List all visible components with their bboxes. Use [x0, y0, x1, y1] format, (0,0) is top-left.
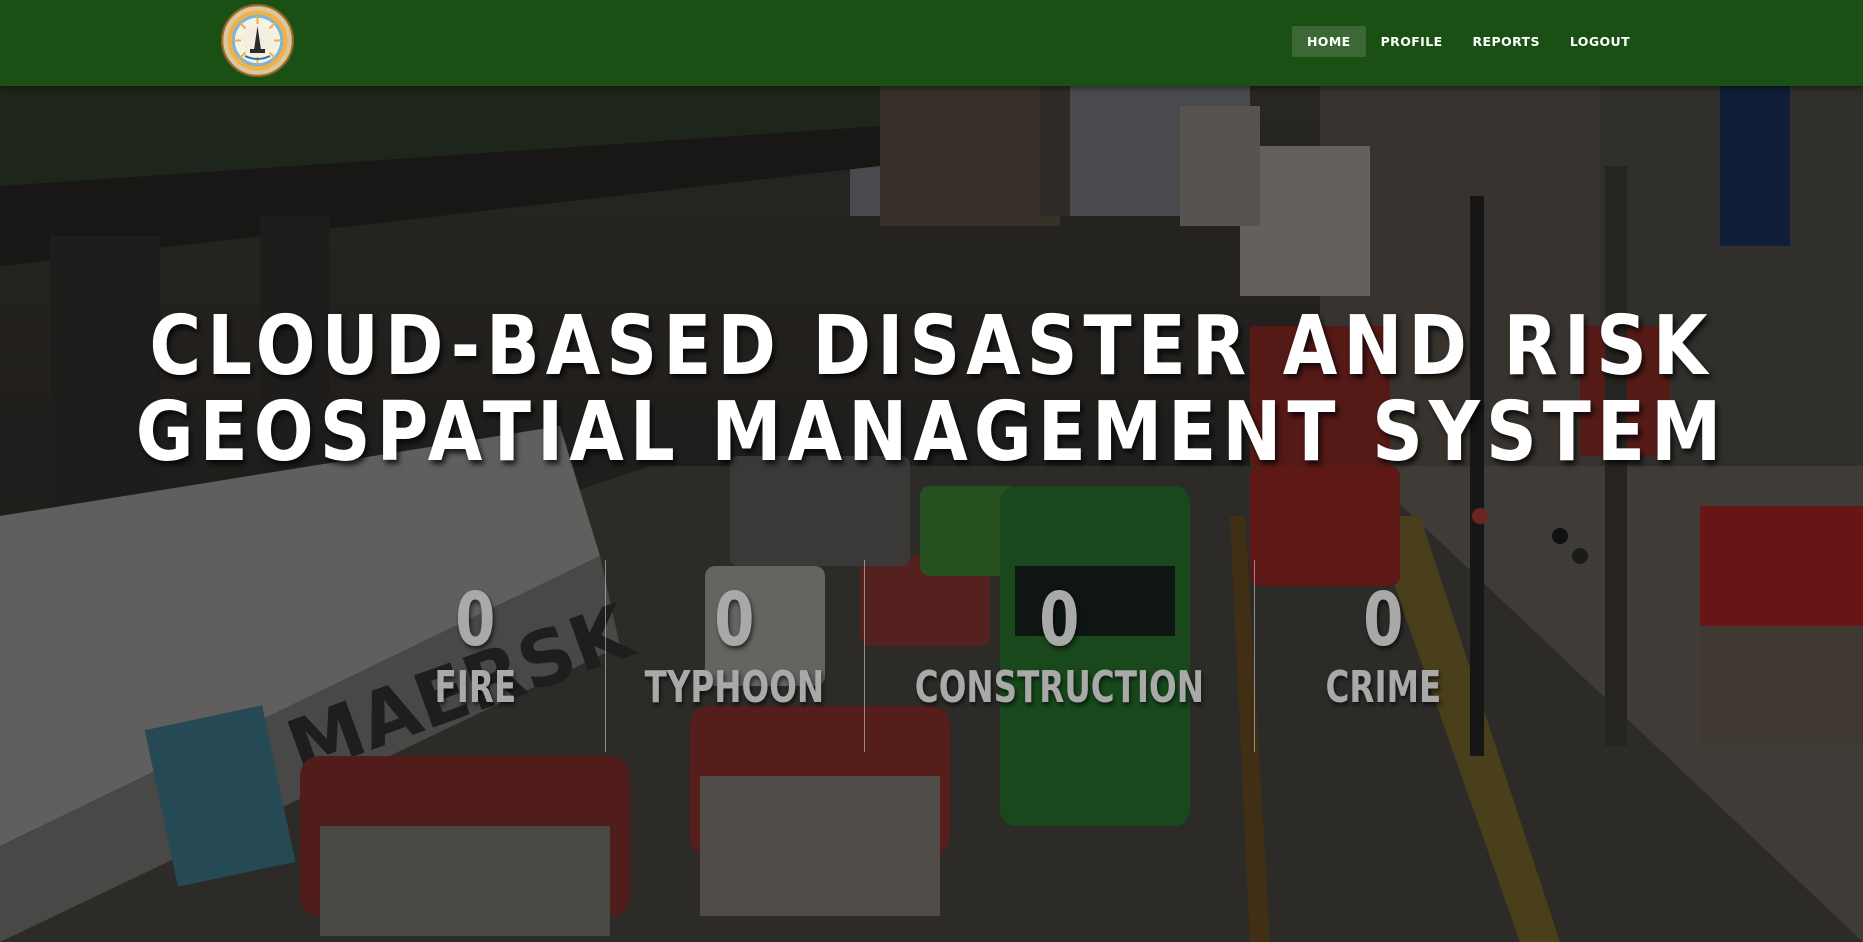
counter-label: CRIME — [1325, 662, 1442, 713]
counter-construction: 0 CONSTRUCTION — [863, 560, 1255, 752]
page: HOME PROFILE REPORTS LOGOUT MAERSK CLOUD… — [0, 0, 1863, 942]
counter-value: 0 — [1363, 577, 1404, 663]
counter-crime: 0 CRIME — [1254, 560, 1513, 752]
page-title: CLOUD-BASED DISASTER AND RISK GEOSPATIAL… — [130, 304, 1732, 476]
title-line-2: GEOSPATIAL MANAGEMENT SYSTEM — [135, 385, 1728, 480]
counter-value: 0 — [714, 577, 755, 663]
title-line-1: CLOUD-BASED DISASTER AND RISK — [149, 299, 1714, 394]
incident-counters: 0 FIRE 0 TYPHOON 0 CONSTRUCTION 0 CRIME — [346, 560, 1513, 752]
top-navbar: HOME PROFILE REPORTS LOGOUT — [0, 0, 1863, 86]
counter-label: CONSTRUCTION — [914, 662, 1204, 713]
counter-fire: 0 FIRE — [346, 560, 605, 752]
counter-label: FIRE — [434, 662, 517, 713]
dark-overlay — [0, 86, 1863, 942]
counter-label: TYPHOON — [644, 662, 824, 713]
main-nav: HOME PROFILE REPORTS LOGOUT — [1291, 26, 1645, 57]
counter-typhoon: 0 TYPHOON — [604, 560, 864, 752]
seal-logo-icon — [221, 4, 294, 77]
nav-home[interactable]: HOME — [1291, 26, 1366, 57]
hero-section: MAERSK CLOUD-BASED DISASTER AND RISK GEO… — [0, 86, 1863, 942]
counter-value: 0 — [455, 577, 496, 663]
nav-logout[interactable]: LOGOUT — [1555, 26, 1645, 57]
seal-logo[interactable] — [221, 4, 294, 77]
counter-value: 0 — [1038, 577, 1079, 663]
nav-profile[interactable]: PROFILE — [1366, 26, 1458, 57]
nav-reports[interactable]: REPORTS — [1458, 26, 1555, 57]
